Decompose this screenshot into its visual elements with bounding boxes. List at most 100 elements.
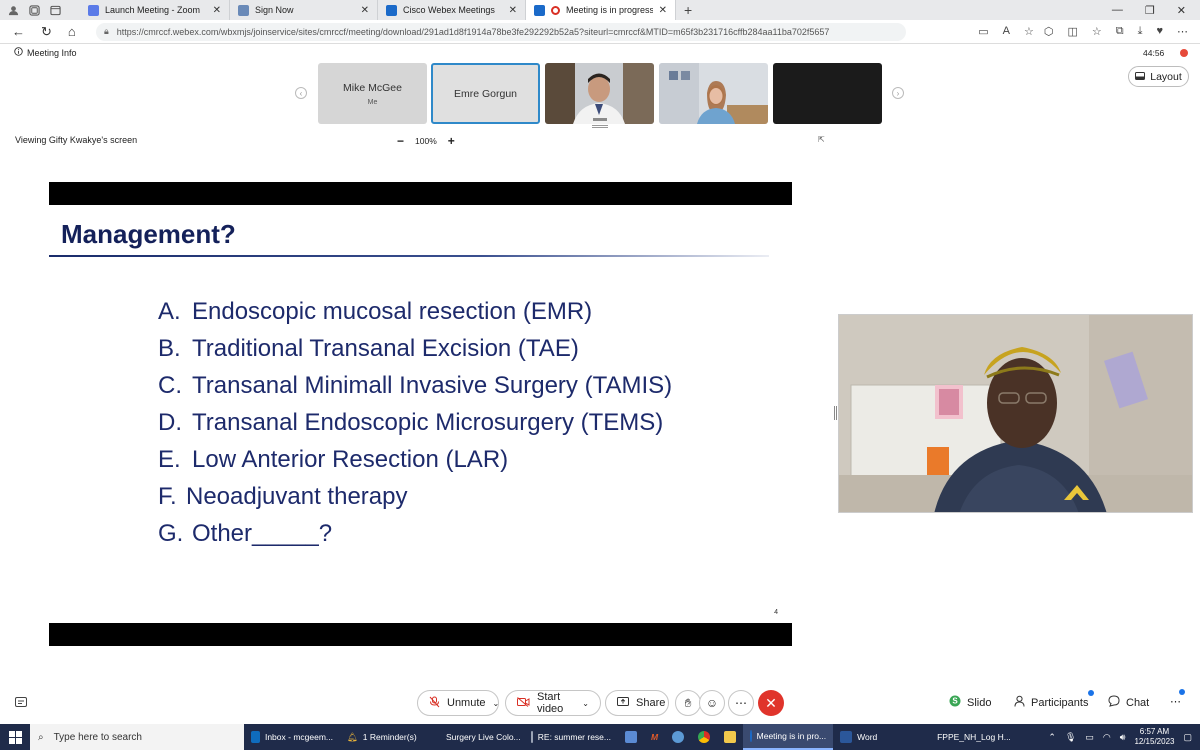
network-icon[interactable] (665, 724, 691, 750)
option-text: Transanal Minimall Invasive Surgery (TAM… (192, 372, 673, 399)
close-icon[interactable]: ✕ (361, 5, 369, 16)
chevron-down-icon[interactable]: ⌄ (582, 699, 589, 708)
taskbar-clock[interactable]: 6:57 AM 12/15/2023 (1134, 727, 1174, 747)
filmstrip-next-button[interactable]: › (892, 87, 904, 99)
zoom-in-button[interactable]: + (448, 134, 455, 148)
meeting-info-button[interactable]: Meeting Info (14, 47, 77, 58)
option-text: Traditional Transanal Excision (TAE) (192, 335, 579, 362)
participant-video-tile[interactable] (545, 63, 654, 124)
shared-screen-slide: Management? A. Endoscopic mucosal resecti… (49, 182, 792, 646)
bell-icon: 🔔︎ (347, 731, 358, 742)
presenter-video[interactable] (838, 314, 1193, 513)
battery-icon[interactable]: ▭ (1085, 732, 1094, 743)
favorite-star-icon[interactable]: ☆ (1024, 25, 1034, 38)
share-button[interactable]: Share (605, 690, 669, 716)
close-icon[interactable]: ✕ (509, 5, 517, 16)
more-options-button[interactable]: ⋯ (728, 690, 754, 716)
browser-tab[interactable]: Cisco Webex Meetings ✕ (378, 0, 526, 20)
participants-label: Participants (1031, 696, 1089, 709)
app-m-icon[interactable]: M (644, 724, 665, 750)
refresh-icon[interactable]: ↻ (41, 24, 52, 40)
browser-essentials-icon[interactable]: ♥ (1156, 25, 1163, 38)
calculator-icon[interactable] (618, 724, 644, 750)
start-video-button[interactable]: Start video ⌄ (505, 690, 601, 716)
taskbar-item-edge-meeting[interactable]: Meeting is in pro... (743, 724, 834, 750)
option-letter: C. (158, 372, 182, 399)
workspaces-icon[interactable] (29, 4, 40, 16)
reactions-button[interactable]: ☺ (699, 690, 725, 716)
browser-tab-active[interactable]: Meeting is in progress... ✕ (526, 0, 676, 20)
taskbar-item-surgery[interactable]: Surgery Live Colo... (434, 724, 524, 750)
more-icon: ⋯ (735, 696, 747, 710)
unmute-button[interactable]: Unmute ⌄ (417, 690, 499, 716)
browser-tab[interactable]: Launch Meeting - Zoom ✕ (80, 0, 230, 20)
lock-icon[interactable]: 🔒︎ (104, 26, 109, 37)
volume-icon[interactable]: 🔊︎ (1120, 732, 1126, 743)
taskbar-item-label: Word (857, 732, 878, 742)
zoom-out-button[interactable]: − (397, 134, 404, 148)
list-item: B. Traditional Transanal Excision (TAE) (158, 334, 672, 371)
microphone-icon[interactable]: 🎙︎ (1065, 732, 1076, 743)
tab-actions-icon[interactable] (50, 5, 61, 16)
clock-time: 6:57 AM (1139, 727, 1170, 736)
taskbar-item-email[interactable]: RE: summer rese... (524, 724, 618, 750)
participant-video-off-tile[interactable] (773, 63, 882, 124)
search-placeholder: Type here to search (53, 731, 142, 743)
outlook-icon (251, 731, 260, 743)
slido-button[interactable]: S Slido (949, 695, 991, 710)
taskbar-item-pdf[interactable]: FPPE_NH_Log H... (925, 724, 1017, 750)
participant-tile-active-speaker[interactable]: Emre Gorgun (431, 63, 540, 124)
split-screen-icon[interactable]: ◫ (1067, 25, 1077, 38)
video-resize-handle[interactable] (834, 406, 837, 420)
taskbar-search-input[interactable]: ⌕ Type here to search (30, 724, 244, 750)
chat-button[interactable]: Chat (1108, 695, 1149, 710)
close-icon[interactable]: ✕ (659, 5, 667, 16)
participant-video-tile[interactable] (659, 63, 768, 124)
collections-icon[interactable]: ⧉ (1116, 25, 1124, 38)
url-field[interactable]: 🔒︎ https://cmrccf.webex.com/wbxmjs/joins… (96, 22, 906, 41)
participants-button[interactable]: Participants (1014, 695, 1088, 710)
close-icon[interactable]: ✕ (213, 5, 221, 16)
more-panels-button[interactable]: ⋯ (1170, 695, 1181, 708)
tab-title: Launch Meeting - Zoom (105, 5, 201, 15)
chrome-icon[interactable] (691, 724, 717, 750)
leave-meeting-button[interactable]: ✕ (758, 690, 784, 716)
download-icon[interactable]: ⤓ (1138, 25, 1143, 38)
taskbar-item-label: FPPE_NH_Log H... (937, 732, 1011, 742)
chevron-down-icon[interactable]: ⌄ (493, 699, 500, 708)
home-icon[interactable]: ⌂ (68, 24, 76, 40)
notifications-icon[interactable]: ▢ (1183, 732, 1192, 743)
start-button[interactable] (0, 724, 30, 750)
participants-notification-dot (1088, 690, 1094, 696)
participant-tile[interactable]: Mike McGee Me (318, 63, 427, 124)
option-letter: D. (158, 409, 182, 436)
person-icon (1014, 695, 1025, 710)
back-icon[interactable]: ← (12, 24, 25, 40)
layout-icon (1135, 71, 1146, 83)
video-icon[interactable]: ▭ (978, 25, 988, 38)
show-hidden-icons-icon[interactable]: ⌃ (1048, 732, 1056, 743)
file-explorer-icon[interactable] (717, 724, 743, 750)
close-window-icon[interactable]: ✕ (1177, 4, 1186, 17)
favorites-icon[interactable]: ☆ (1092, 25, 1102, 38)
taskbar-item-reminder[interactable]: 🔔︎ 1 Reminder(s) (340, 724, 434, 750)
taskbar-item-word[interactable]: Word (833, 724, 925, 750)
tab-title: Cisco Webex Meetings (403, 5, 495, 15)
profile-icon[interactable] (8, 5, 19, 16)
wifi-icon[interactable]: ◠ (1103, 732, 1111, 743)
taskbar-item-outlook[interactable]: Inbox - mcgeem... (244, 724, 340, 750)
minimize-icon[interactable]: — (1112, 4, 1123, 17)
filmstrip-resize-handle[interactable] (592, 125, 608, 128)
more-icon[interactable]: ⋯ (1177, 25, 1188, 38)
taskbar-item-label: RE: summer rese... (537, 732, 611, 742)
extensions-icon[interactable]: ⬡ (1044, 25, 1054, 38)
browser-tab[interactable]: Sign Now ✕ (230, 0, 378, 20)
filmstrip-prev-button[interactable]: ‹ (295, 87, 307, 99)
captions-icon[interactable] (15, 697, 27, 710)
pop-out-icon[interactable]: ⇱ (818, 135, 825, 144)
read-aloud-icon[interactable]: A (1003, 25, 1010, 38)
layout-button[interactable]: Layout (1128, 66, 1189, 87)
raise-hand-button[interactable]: ✋︎ (675, 690, 701, 716)
new-tab-icon[interactable]: + (684, 3, 692, 17)
restore-icon[interactable]: ❐ (1145, 4, 1155, 17)
